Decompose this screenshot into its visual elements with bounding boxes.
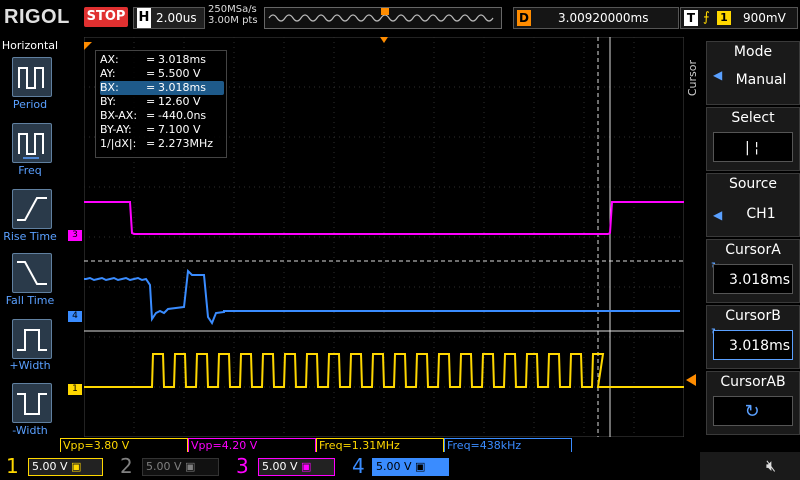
measurement-item[interactable]: Freq=438kHz [444, 438, 572, 453]
rise-time-button[interactable] [12, 189, 52, 229]
fall-time-icon [17, 261, 47, 285]
readout-row-bx: BX: = 3.018ms [100, 81, 224, 95]
measurement-item[interactable]: Vpp=3.80 V [60, 438, 188, 453]
bw-limit-icon: ▣ [415, 460, 426, 473]
timebase-value: 2.00us [156, 11, 197, 25]
panel-title: Horizontal [1, 39, 59, 52]
delay-letter: D [517, 10, 531, 26]
cursor-b-value: 3.018ms [713, 330, 793, 360]
freq-label: Freq [18, 164, 42, 177]
delay-marker-icon [84, 42, 92, 50]
select-title: Select [731, 110, 775, 126]
plus-width-button[interactable] [12, 319, 52, 359]
readout-row-by-ay: BY-AY: = 7.100 V [100, 123, 201, 136]
freq-icon [18, 133, 44, 159]
sample-rate: 250MSa/s [208, 4, 257, 15]
trigger-source: 1 [717, 11, 731, 25]
sample-info: 250MSa/s 3.00M pts [208, 4, 258, 26]
cursor-b-softkey[interactable]: CursorB ↻ 3.018ms [706, 305, 800, 369]
ch4-scale[interactable]: 5.00 V ▣ [372, 458, 449, 476]
measurement-item[interactable]: Vpp=4.20 V [188, 438, 316, 453]
mode-softkey[interactable]: Mode ◀ Manual [706, 41, 800, 105]
fall-time-button[interactable] [12, 253, 52, 293]
ch1-scale[interactable]: 5.00 V ▣ [28, 458, 103, 476]
cursor-a-value: 3.018ms [713, 264, 793, 294]
plus-width-icon [17, 329, 47, 351]
bw-limit-icon: ▣ [71, 460, 82, 473]
period-label: Period [12, 98, 48, 111]
minus-width-label: -Width [12, 424, 48, 437]
select-value: | ¦ [713, 132, 793, 162]
speaker-mute-icon[interactable]: 🔇︎ [766, 456, 776, 476]
minus-width-icon [17, 393, 47, 415]
cursor-a-softkey[interactable]: CursorA ↻ 3.018ms [706, 239, 800, 303]
cursor-ab-softkey[interactable]: CursorAB ↻ [706, 371, 800, 435]
cursor-a-title: CursorA [725, 242, 781, 258]
delay-value: 3.00920000ms [558, 11, 649, 25]
ch2-label[interactable]: 2 [120, 452, 133, 480]
ch1-label[interactable]: 1 [6, 452, 19, 480]
ch3-ground-marker[interactable]: 3 [68, 230, 82, 241]
readout-row-bx-ax: BX-AX: = -440.0ns [100, 109, 207, 122]
trigger-level: 900mV [743, 11, 786, 25]
plus-width-label: +Width [9, 359, 51, 372]
rise-time-icon [17, 197, 47, 221]
ch3-scale[interactable]: 5.00 V ▣ [258, 458, 335, 476]
mode-title: Mode [733, 44, 773, 60]
period-icon [18, 67, 44, 89]
rising-edge-icon: ⨍ [703, 10, 710, 25]
rotate-knob-icon: ↻ [713, 396, 793, 426]
timebase-display[interactable]: H 2.00us [133, 7, 205, 29]
channel-status-bar: 1 5.00 V ▣ 2 5.00 V ▣ 3 5.00 V ▣ 4 5.00 … [0, 452, 800, 480]
cursor-ab-title: CursorAB [720, 374, 786, 390]
ch4-label[interactable]: 4 [352, 452, 365, 480]
memory-depth: 3.00M pts [208, 15, 258, 26]
select-softkey[interactable]: Select | ¦ [706, 107, 800, 171]
measurement-bar: Vpp=3.80 V Vpp=4.20 V Freq=1.31MHz Freq=… [60, 438, 700, 453]
fall-time-label: Fall Time [5, 294, 55, 307]
source-value: CH1 [746, 206, 776, 222]
bw-limit-icon: ▣ [301, 460, 312, 473]
cursor-readout-box: AX: = 3.018ms AY: = 5.500 V BX: = 3.018ms BY: =… [95, 50, 227, 158]
utility-area [700, 452, 800, 480]
ch4-ground-marker[interactable]: 4 [68, 311, 82, 322]
readout-row-ay: AY: = 5.500 V [100, 67, 201, 80]
chevron-left-icon: ◀ [713, 208, 723, 222]
horizontal-measure-panel: Horizontal Period Freq Rise Time Fall Ti… [0, 37, 60, 451]
ch1-ground-marker[interactable]: 1 [68, 384, 82, 395]
waveform-overview-icon [268, 8, 494, 22]
top-status-bar: RIGOL STOP H 2.00us 250MSa/s 3.00M pts D… [0, 0, 800, 36]
measurement-item[interactable]: Freq=1.31MHz [316, 438, 444, 453]
minus-width-button[interactable] [12, 383, 52, 423]
run-stop-button[interactable]: STOP [84, 7, 128, 27]
cursor-menu-label: Cursor [686, 60, 699, 97]
delay-display[interactable]: D 3.00920000ms [513, 7, 679, 29]
ch3-label[interactable]: 3 [236, 452, 249, 480]
mode-value: Manual [735, 72, 787, 88]
readout-row-inv-dx: 1/|dX|: = 2.273MHz [100, 137, 214, 150]
freq-button[interactable] [12, 123, 52, 163]
readout-row-ax: AX: = 3.018ms [100, 53, 206, 66]
rise-time-label: Rise Time [3, 230, 57, 243]
source-softkey[interactable]: Source ◀ CH1 [706, 173, 800, 237]
cursor-b-title: CursorB [725, 308, 781, 324]
bw-limit-icon: ▣ [185, 460, 196, 473]
trigger-display[interactable]: T ⨍ 1 900mV [680, 7, 798, 29]
period-button[interactable] [12, 57, 52, 97]
timebase-letter: H [137, 8, 151, 28]
memory-position-strip[interactable] [264, 7, 502, 29]
source-title: Source [728, 176, 778, 192]
ch2-scale[interactable]: 5.00 V ▣ [142, 458, 219, 476]
trigger-level-marker[interactable] [686, 374, 696, 386]
readout-row-by: BY: = 12.60 V [100, 95, 201, 108]
chevron-left-icon: ◀ [713, 68, 723, 82]
trigger-letter: T [684, 10, 698, 26]
brand-logo: RIGOL [4, 6, 70, 28]
